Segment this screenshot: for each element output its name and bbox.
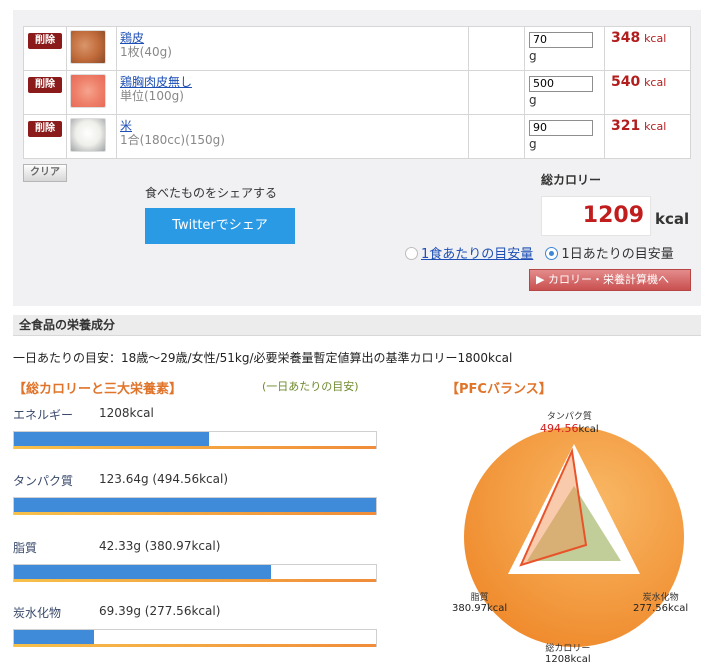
nutrient-label: 脂質 bbox=[13, 541, 38, 555]
table-row: 削除 米 1合(180cc)(150g) g 321 kcal bbox=[23, 114, 691, 159]
target-line bbox=[14, 644, 376, 647]
clear-button[interactable]: クリア bbox=[23, 164, 67, 182]
radio-per-day[interactable] bbox=[545, 247, 559, 260]
calorie-calculator-panel: 削除 鶏皮 1枚(40g) g 348 kcal 削除 鶏胸肉皮無し 単位 bbox=[13, 10, 701, 306]
nutrient-value: 69.39g (277.56kcal) bbox=[99, 604, 221, 618]
quantity-unit: g bbox=[529, 92, 537, 107]
nutrient-row-energy: エネルギー 1208kcal bbox=[13, 406, 378, 466]
delete-button[interactable]: 削除 bbox=[28, 121, 62, 137]
nutrient-value: 42.33g (380.97kcal) bbox=[99, 539, 221, 553]
pfc-target-triangle bbox=[527, 486, 621, 561]
share-prompt: 食べたものをシェアする bbox=[145, 186, 278, 200]
total-calorie-box: 1209 kcal bbox=[541, 196, 691, 238]
pfc-total-value: 1208kcal bbox=[545, 654, 591, 665]
delete-button[interactable]: 削除 bbox=[28, 33, 62, 49]
kcal-unit: kcal bbox=[644, 120, 667, 133]
rice-photo bbox=[70, 118, 106, 152]
per-meal-link[interactable]: 1食あたりの目安量 bbox=[421, 247, 533, 262]
pfc-fat-name: 脂質 bbox=[470, 593, 489, 603]
pfc-balance-title: 【PFCバランス】 bbox=[446, 382, 552, 397]
food-name-link[interactable]: 鶏胸肉皮無し bbox=[120, 75, 192, 89]
table-row: 削除 鶏皮 1枚(40g) g 348 kcal bbox=[23, 26, 691, 71]
pfc-protein-label: タンパク質 494.56kcal bbox=[540, 409, 599, 435]
food-name-link[interactable]: 米 bbox=[120, 119, 132, 133]
food-kcal: 321 bbox=[611, 118, 641, 134]
nutrient-bar bbox=[13, 497, 377, 515]
nutrient-value: 123.64g (494.56kcal) bbox=[99, 472, 229, 486]
chicken-skin-photo bbox=[70, 30, 106, 64]
nutrient-bar bbox=[13, 564, 377, 582]
pfc-fat-label: 脂質 380.97kcal bbox=[452, 590, 507, 614]
radio-per-meal[interactable] bbox=[405, 247, 418, 260]
delete-button[interactable]: 削除 bbox=[28, 77, 62, 93]
target-line bbox=[14, 446, 376, 449]
pfc-protein-name: タンパク質 bbox=[546, 412, 592, 422]
food-unit: 1枚(40g) bbox=[120, 45, 172, 59]
quantity-input[interactable] bbox=[529, 31, 593, 48]
total-calorie-value: 1209 bbox=[582, 203, 644, 228]
quantity-input[interactable] bbox=[529, 75, 593, 92]
calorie-calculator-button[interactable]: ▶ カロリー・栄養計算機へ bbox=[529, 269, 691, 291]
pfc-actual-triangle bbox=[519, 447, 588, 567]
calorie-macros-title: 【総カロリーと三大栄養素】 bbox=[13, 382, 183, 397]
food-unit: 1合(180cc)(150g) bbox=[120, 133, 225, 147]
quantity-unit: g bbox=[529, 48, 537, 63]
nutrient-label: エネルギー bbox=[13, 408, 74, 422]
nutrient-label: 炭水化物 bbox=[13, 606, 62, 620]
kcal-unit: kcal bbox=[644, 76, 667, 89]
total-calorie-label: 総カロリー bbox=[541, 173, 602, 187]
chicken-breast-photo bbox=[70, 74, 106, 108]
pfc-protein-unit: kcal bbox=[578, 424, 599, 435]
quantity-unit: g bbox=[529, 136, 537, 151]
pfc-carb-label: 炭水化物 277.56kcal bbox=[633, 590, 688, 614]
twitter-share-button[interactable]: Twitterでシェア bbox=[145, 208, 295, 244]
food-kcal: 348 bbox=[611, 30, 641, 46]
daily-guide-text: 一日あたりの目安：18歳〜29歳/女性/51kg/必要栄養量暫定値算出の基準カロ… bbox=[13, 351, 513, 365]
nutrient-bar bbox=[13, 431, 377, 449]
per-day-label: 1日あたりの目安量 bbox=[561, 247, 674, 262]
nutrient-bar bbox=[13, 629, 377, 647]
pfc-axis-triangle bbox=[508, 444, 640, 574]
section-title: 全食品の栄養成分 bbox=[13, 315, 701, 336]
table-row: 削除 鶏胸肉皮無し 単位(100g) g 540 kcal bbox=[23, 70, 691, 115]
pfc-fat-value: 380.97kcal bbox=[452, 603, 508, 614]
daily-guide-subtitle: (一日あたりの目安) bbox=[262, 380, 359, 393]
nutrient-label: タンパク質 bbox=[13, 474, 74, 488]
target-line bbox=[14, 579, 376, 582]
kcal-unit: kcal bbox=[644, 32, 667, 45]
total-calorie-unit: kcal bbox=[655, 210, 690, 228]
nutrient-row-fat: 脂質 42.33g (380.97kcal) bbox=[13, 539, 378, 599]
food-name-link[interactable]: 鶏皮 bbox=[120, 31, 144, 45]
food-table: 削除 鶏皮 1枚(40g) g 348 kcal 削除 鶏胸肉皮無し 単位 bbox=[23, 26, 691, 159]
quantity-input[interactable] bbox=[529, 119, 593, 136]
pfc-carb-value: 277.56kcal bbox=[633, 603, 689, 614]
pfc-total-name: 総カロリー bbox=[545, 644, 591, 654]
pfc-carb-name: 炭水化物 bbox=[642, 593, 679, 603]
target-line bbox=[14, 512, 376, 515]
pfc-total-label: 総カロリー 1208kcal bbox=[545, 641, 591, 665]
nutrient-value: 1208kcal bbox=[99, 406, 154, 420]
food-kcal: 540 bbox=[611, 74, 641, 90]
pfc-protein-value: 494.56 bbox=[540, 422, 579, 435]
nutrient-row-carb: 炭水化物 69.39g (277.56kcal) bbox=[13, 604, 378, 664]
nutrient-row-protein: タンパク質 123.64g (494.56kcal) bbox=[13, 472, 378, 532]
guide-mode-radio-group: 1食あたりの目安量 1日あたりの目安量 bbox=[405, 246, 674, 266]
pfc-background-circle bbox=[464, 427, 684, 647]
food-unit: 単位(100g) bbox=[120, 89, 184, 103]
